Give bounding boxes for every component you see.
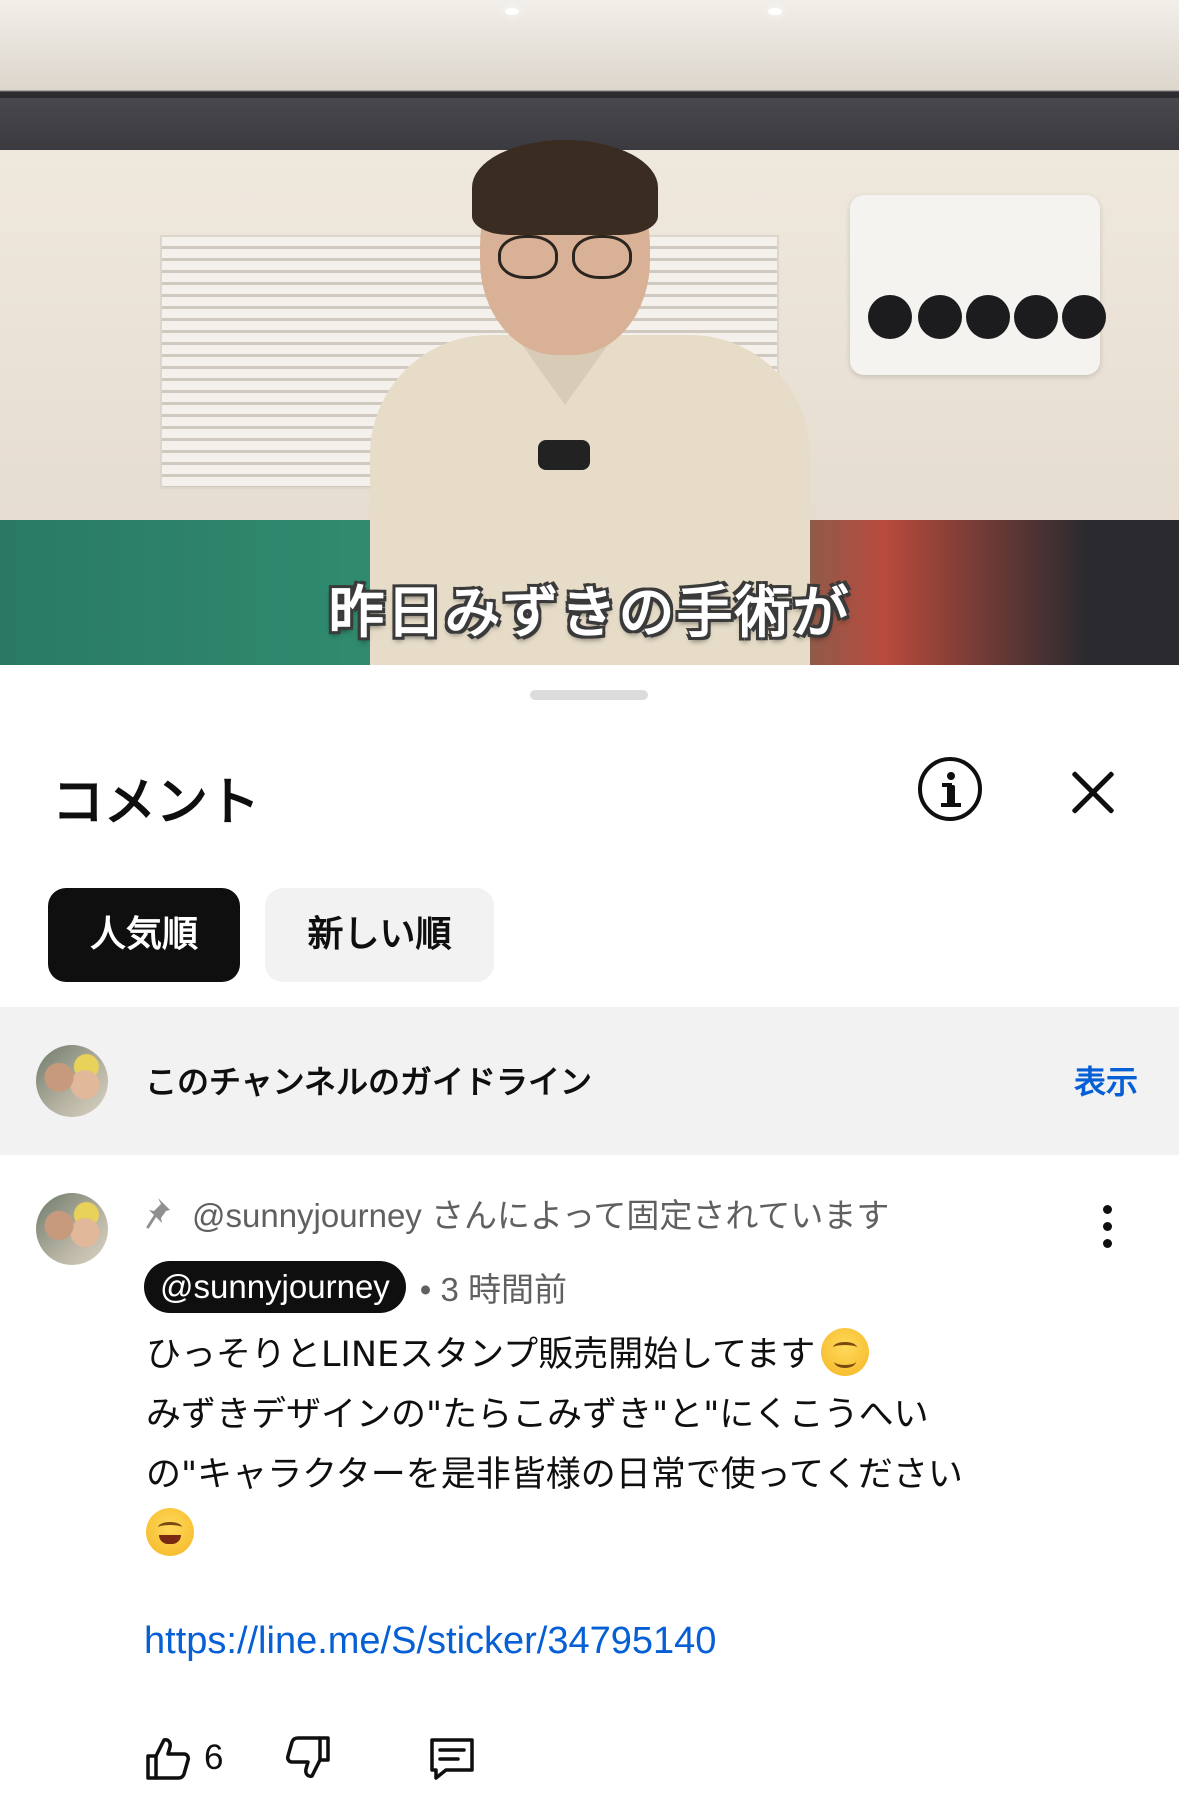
smiling-face-emoji-icon: [821, 1328, 870, 1376]
pinned-indicator: @sunnyjourney さんによって固定されています: [146, 1193, 889, 1234]
video-player[interactable]: 昨日みずきの手術が: [0, 0, 1179, 665]
like-count: 6: [204, 1738, 224, 1777]
dislike-icon[interactable]: [284, 1734, 332, 1782]
video-person-glasses: [498, 235, 632, 279]
sticker-link[interactable]: https://line.me/S/sticker/34795140: [144, 1620, 716, 1663]
video-person-hair: [472, 140, 658, 235]
reply-icon[interactable]: [428, 1734, 476, 1782]
comment-body: ひっそりとLINEスタンプ販売開始してます みずきデザインの"たらこみずき"と"…: [146, 1325, 1106, 1565]
author-handle[interactable]: @sunnyjourney: [144, 1261, 406, 1313]
video-scene-knob: [966, 295, 1010, 339]
sort-chip-newest[interactable]: 新しい順: [265, 888, 494, 982]
video-scene-knob: [1062, 295, 1106, 339]
video-scene-knob: [1014, 295, 1058, 339]
drag-handle[interactable]: [530, 690, 648, 700]
laughing-face-emoji-icon: [146, 1508, 194, 1556]
video-caption: 昨日みずきの手術が: [328, 581, 851, 646]
guidelines-show-button[interactable]: 表示: [1074, 1057, 1138, 1103]
more-options-icon[interactable]: [1100, 1205, 1114, 1249]
close-icon[interactable]: [1068, 768, 1118, 818]
channel-avatar[interactable]: [36, 1045, 108, 1117]
comment-timestamp: • 3 時間前: [419, 1271, 568, 1308]
pin-icon: [146, 1198, 170, 1229]
video-scene-knob: [868, 295, 912, 339]
video-scene-light: [505, 8, 519, 15]
comment-body-line: の"キャラクターを是非皆様の日常で使ってください: [146, 1455, 963, 1495]
video-person-mic: [538, 440, 590, 470]
video-scene-ceiling: [0, 0, 1179, 150]
video-scene-knob: [918, 295, 962, 339]
comment-item: @sunnyjourney さんによって固定されています @sunnyjourn…: [0, 1155, 1179, 1815]
like-icon[interactable]: [144, 1734, 192, 1782]
pinned-label: @sunnyjourney さんによって固定されています: [192, 1197, 890, 1234]
comment-header: @sunnyjourney • 3 時間前: [144, 1261, 567, 1313]
comment-body-line: みずきデザインの"たらこみずき"と"にくこうへい: [146, 1395, 929, 1435]
comment-actions: 6: [144, 1730, 476, 1786]
sheet-title: コメント: [52, 773, 261, 833]
sort-chip-popular[interactable]: 人気順: [48, 888, 240, 982]
video-scene-light: [768, 8, 782, 15]
video-scene-panel: [850, 195, 1100, 375]
info-circle-icon[interactable]: [918, 757, 982, 821]
avatar[interactable]: [36, 1193, 108, 1265]
comment-body-line: ひっそりとLINEスタンプ販売開始してます: [146, 1335, 816, 1375]
guidelines-text: このチャンネルのガイドライン: [145, 1063, 593, 1101]
channel-guidelines-banner[interactable]: このチャンネルのガイドライン 表示: [0, 1007, 1179, 1155]
comments-sheet: コメント 人気順 新しい順 このチャンネルのガイドライン 表示 @sunnyjo…: [0, 665, 1179, 1815]
